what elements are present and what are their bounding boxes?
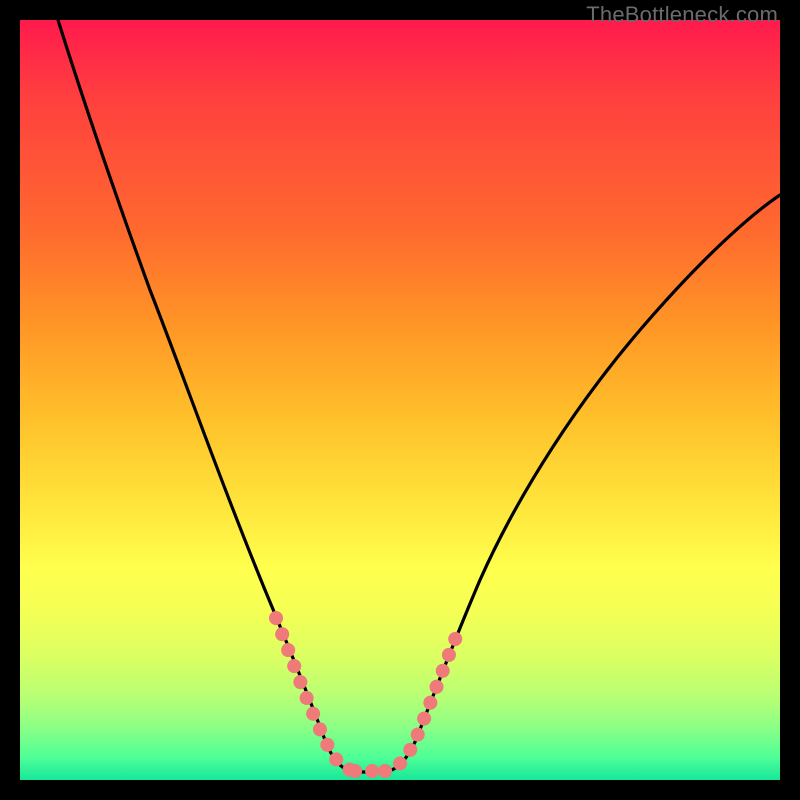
bottleneck-curve xyxy=(58,20,780,772)
chart-svg xyxy=(20,20,780,780)
chart-frame: TheBottleneck.com xyxy=(0,0,800,800)
highlight-segment-left xyxy=(276,618,355,771)
chart-plot-area xyxy=(20,20,780,780)
highlight-segment-right xyxy=(385,632,458,771)
watermark-text: TheBottleneck.com xyxy=(586,2,778,28)
